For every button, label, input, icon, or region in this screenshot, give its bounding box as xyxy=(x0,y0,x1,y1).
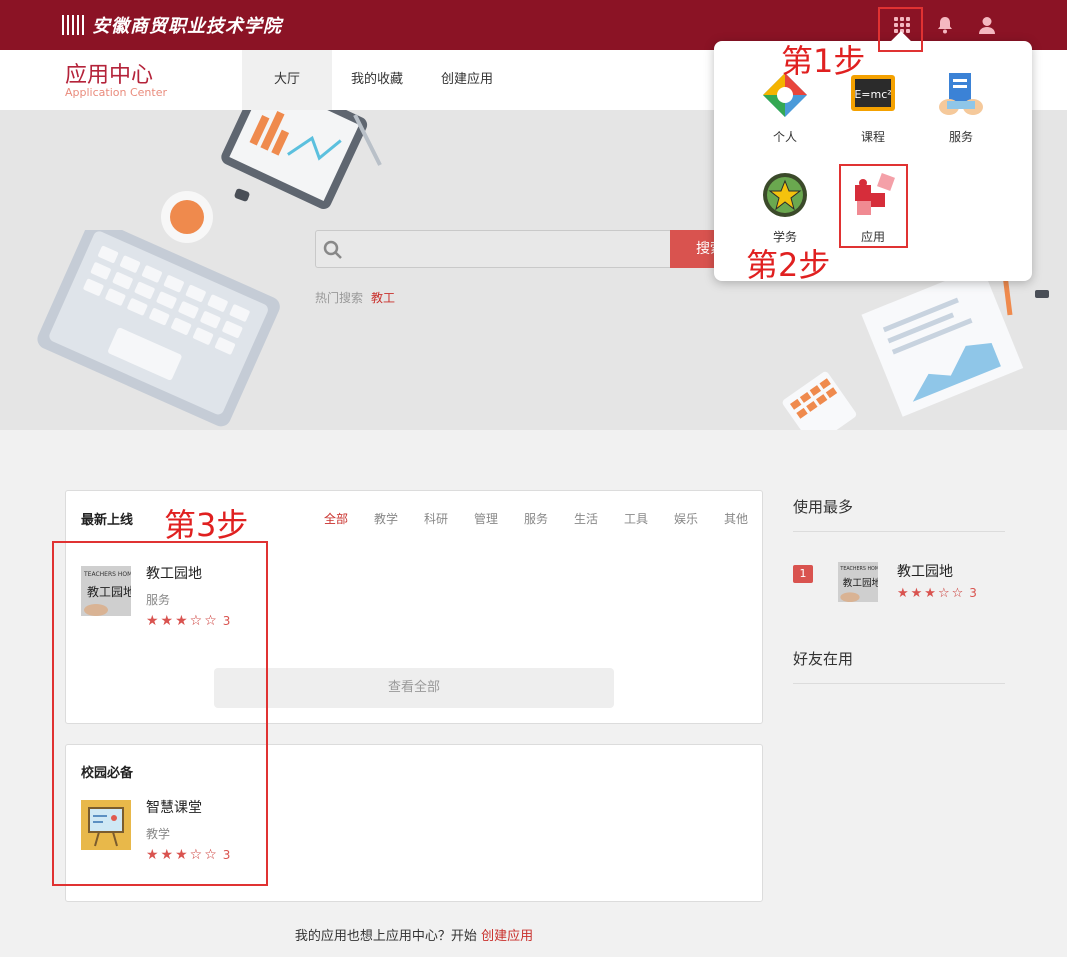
rating-count: 3 xyxy=(969,586,977,600)
page-subtitle: Application Center xyxy=(65,86,167,99)
dropdown-item-app[interactable]: 应用 xyxy=(843,171,903,245)
hot-search-label: 热门搜索 xyxy=(315,291,364,305)
friends-using-title: 好友在用 xyxy=(793,650,854,668)
user-icon xyxy=(979,17,995,34)
dropdown-item-label: 个人 xyxy=(772,130,797,144)
category-tab-research[interactable]: 科研 xyxy=(424,510,448,527)
notification-button[interactable] xyxy=(932,12,958,38)
hot-keyword-link[interactable]: 教工 xyxy=(371,291,395,305)
category-tab-management[interactable]: 管理 xyxy=(474,510,498,527)
laptop-illustration xyxy=(37,230,280,427)
svg-text:TEACHERS HOM: TEACHERS HOM xyxy=(83,571,131,578)
svg-text:TEACHERS HOM: TEACHERS HOM xyxy=(839,566,878,572)
category-tab-all[interactable]: 全部 xyxy=(324,510,348,527)
logo-mark-icon xyxy=(62,13,84,37)
divider xyxy=(793,683,1005,684)
category-tab-other[interactable]: 其他 xyxy=(724,510,748,527)
create-app-link[interactable]: 创建应用 xyxy=(481,929,533,944)
category-tab-tools[interactable]: 工具 xyxy=(624,510,648,527)
app-name: 教工园地 xyxy=(897,564,953,580)
service-icon xyxy=(939,73,983,115)
rating-stars: ★★★☆☆ 3 xyxy=(897,586,977,601)
smart-classroom-thumbnail xyxy=(81,800,131,850)
search-icon xyxy=(323,240,342,259)
calculator-illustration xyxy=(782,371,857,430)
coffee-cup-illustration xyxy=(161,188,250,243)
dropdown-item-label: 应用 xyxy=(860,230,885,244)
dropdown-item-personal[interactable]: 个人 xyxy=(755,71,815,145)
student-affairs-icon xyxy=(763,173,807,217)
category-tab-teaching[interactable]: 教学 xyxy=(374,510,398,527)
create-app-prompt: 我的应用也想上应用中心？开始 创建应用 xyxy=(0,925,828,944)
search-input[interactable] xyxy=(315,230,671,268)
step3-label: 第3步 xyxy=(164,506,249,544)
app-category: 教学 xyxy=(146,827,171,841)
view-all-button[interactable]: 查看全部 xyxy=(214,668,614,708)
dropdown-item-service[interactable]: 服务 xyxy=(931,71,991,145)
tab-my-favorites[interactable]: 我的收藏 xyxy=(340,50,414,110)
svg-text:E=mc²: E=mc² xyxy=(854,88,891,101)
dropdown-item-student-affairs[interactable]: 学务 xyxy=(755,171,815,245)
divider xyxy=(793,531,1005,532)
teachers-home-thumbnail: TEACHERS HOM 教工园地 xyxy=(81,566,131,616)
create-app-prompt-text: 我的应用也想上应用中心？开始 xyxy=(294,929,477,944)
category-tab-life[interactable]: 生活 xyxy=(574,510,598,527)
bell-icon xyxy=(938,17,952,34)
app-category: 服务 xyxy=(146,593,171,607)
tab-create-app[interactable]: 创建应用 xyxy=(430,50,504,110)
rating-count: 3 xyxy=(222,614,231,628)
svg-text:教工园地: 教工园地 xyxy=(87,584,131,599)
rating-stars: ★★★☆☆ 3 xyxy=(146,847,231,863)
step1-label: 第1步 xyxy=(781,42,866,80)
most-used-title: 使用最多 xyxy=(793,498,854,516)
rating-count: 3 xyxy=(222,848,231,862)
dropdown-item-course[interactable]: E=mc² 课程 xyxy=(843,71,903,145)
step2-label: 第2步 xyxy=(746,246,831,284)
school-logo[interactable]: 安徽商贸职业技术学院 xyxy=(62,10,282,40)
latest-apps-title: 最新上线 xyxy=(81,513,134,528)
hot-search: 热门搜索 教工 xyxy=(315,289,395,306)
tab-hall[interactable]: 大厅 xyxy=(242,50,332,110)
apps-grid-icon xyxy=(894,17,910,33)
puzzle-app-icon xyxy=(855,173,895,215)
category-tab-service[interactable]: 服务 xyxy=(524,510,548,527)
campus-essentials-title: 校园必备 xyxy=(81,766,134,781)
rank-badge: 1 xyxy=(793,565,813,583)
user-button[interactable] xyxy=(974,12,1000,38)
campus-essentials-card: 校园必备 智慧课堂 教学 ★★★☆☆ 3 xyxy=(65,744,763,902)
school-name: 安徽商贸职业技术学院 xyxy=(92,16,282,37)
rating-stars: ★★★☆☆ 3 xyxy=(146,613,231,629)
dropdown-item-label: 服务 xyxy=(948,130,973,144)
dropdown-item-label: 课程 xyxy=(860,130,885,144)
report-illustration xyxy=(861,270,1049,417)
app-name: 教工园地 xyxy=(146,566,202,582)
app-name: 智慧课堂 xyxy=(146,800,202,816)
page-title: 应用中心 xyxy=(65,63,154,88)
teachers-home-thumbnail: TEACHERS HOM 教工园地 xyxy=(838,562,878,602)
category-tab-entertainment[interactable]: 娱乐 xyxy=(674,510,698,527)
svg-text:教工园地: 教工园地 xyxy=(843,577,878,589)
